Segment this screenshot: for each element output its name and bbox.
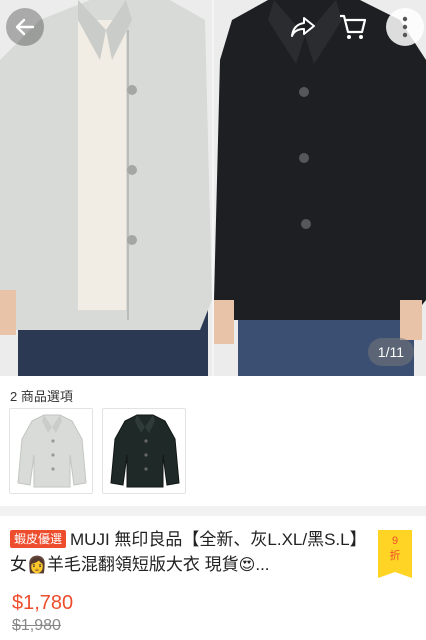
product-photo (0, 0, 426, 376)
cart-icon (340, 14, 367, 39)
title-ellipsis: ... (255, 555, 270, 574)
options-label: 2 商品選項 (10, 389, 73, 404)
back-button[interactable] (6, 8, 44, 46)
woman-emoji-icon: 👩 (27, 557, 47, 574)
title-text-2: 羊毛混翻領短版大衣 現貨 (46, 555, 239, 574)
share-icon (291, 17, 315, 37)
original-price: $1,980 (12, 617, 61, 634)
more-options-button[interactable] (386, 8, 424, 46)
image-counter: 1/11 (367, 338, 414, 366)
more-vertical-icon (402, 16, 408, 38)
cart-button[interactable] (334, 8, 372, 46)
share-button[interactable] (284, 8, 322, 46)
sale-price: $1,780 (12, 592, 74, 614)
option-thumb-black-coat[interactable] (102, 408, 186, 494)
product-image-carousel[interactable]: 1/11 (0, 0, 426, 376)
preferred-seller-badge: 蝦皮優選 (10, 530, 67, 548)
product-title: 蝦皮優選 MUJI 無印良品【全新、灰L.XL/黑S.L】女👩羊毛混翻領短版大衣 … (10, 527, 366, 578)
light-coat-thumbnail (17, 414, 87, 488)
section-divider (0, 506, 426, 516)
discount-tag: 9 折 (378, 530, 412, 578)
back-arrow-icon (15, 18, 35, 36)
discount-unit: 折 (389, 550, 401, 562)
option-thumb-light-coat[interactable] (9, 408, 93, 494)
heart-eyes-emoji-icon: 😍 (238, 557, 256, 574)
black-coat-thumbnail (110, 414, 180, 488)
discount-number: 9 (391, 535, 399, 547)
